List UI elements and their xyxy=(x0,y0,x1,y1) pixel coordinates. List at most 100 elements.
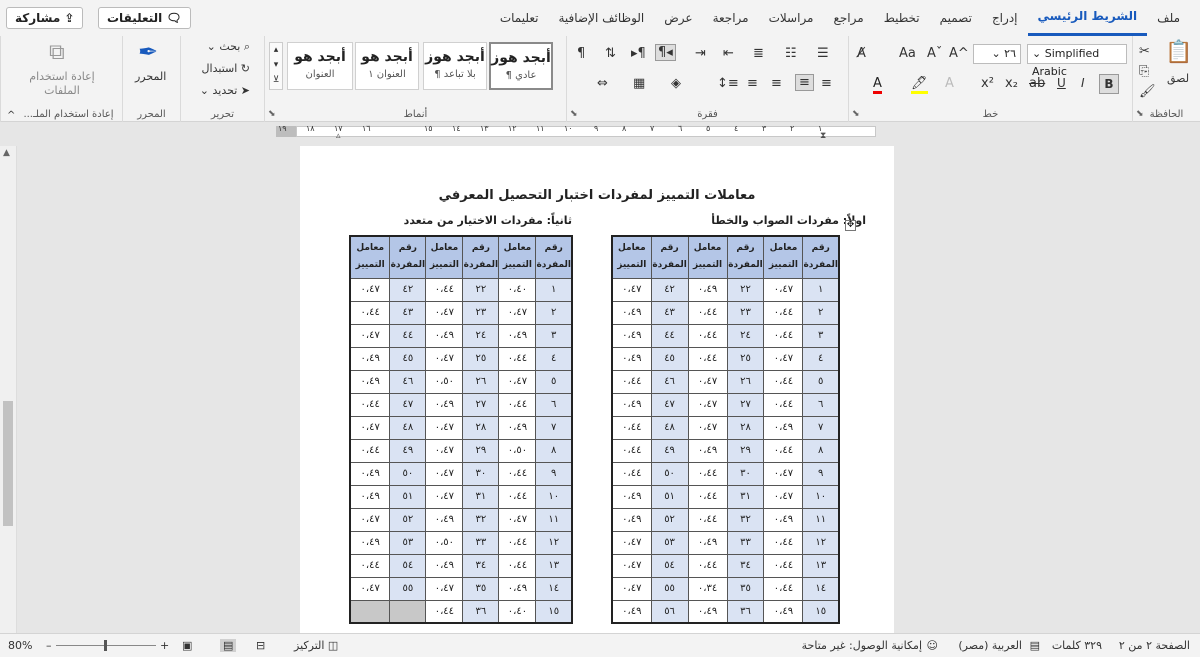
font-launcher-icon[interactable]: ⬊ xyxy=(852,109,860,119)
item-number-cell[interactable]: ٢٣ xyxy=(726,300,765,325)
item-number-cell[interactable]: ٢٤ xyxy=(462,323,500,348)
discrimination-cell[interactable]: ٠،٤٩ xyxy=(349,461,391,486)
item-number-cell[interactable]: ١ xyxy=(802,277,840,302)
discrimination-cell[interactable]: ٠،٤٩ xyxy=(611,507,652,532)
item-number-cell[interactable]: ٤ xyxy=(802,346,840,371)
font-name-select[interactable]: ⌄ Simplified Arabic xyxy=(1027,44,1127,78)
discrimination-cell[interactable]: ٠،٤٤ xyxy=(349,553,391,578)
tab-help[interactable]: تعليمات xyxy=(490,0,549,36)
item-number-cell[interactable]: ٢٧ xyxy=(726,392,765,417)
discrimination-cell[interactable]: ٠،٤٤ xyxy=(687,461,728,486)
tab-design[interactable]: تصميم xyxy=(930,0,982,36)
item-number-cell[interactable]: ٥١ xyxy=(389,484,427,509)
item-number-cell[interactable]: ٢٢ xyxy=(462,277,500,302)
discrimination-cell[interactable]: ٠،٤٧ xyxy=(425,438,464,463)
decrease-indent-icon[interactable]: ⇤ xyxy=(723,46,734,61)
discrimination-cell[interactable]: ٠،٤٧ xyxy=(425,461,464,486)
item-number-cell[interactable]: ٥٤ xyxy=(650,553,689,578)
item-number-cell[interactable]: ٣٢ xyxy=(726,507,765,532)
discrimination-cell[interactable]: ٠،٤٤ xyxy=(763,553,804,578)
tab-references[interactable]: مراجع xyxy=(824,0,874,36)
collapse-ribbon-icon[interactable]: ^ xyxy=(7,110,15,121)
style-heading-1[interactable]: أبجد هو العنوان ١ xyxy=(355,42,419,90)
item-number-cell[interactable]: ٣٣ xyxy=(462,530,500,555)
item-number-cell[interactable]: ٢٩ xyxy=(726,438,765,463)
discrimination-cell[interactable]: ٠،٤٧ xyxy=(611,553,652,578)
item-number-cell[interactable]: ٢٨ xyxy=(726,415,765,440)
discrimination-cell[interactable]: ٠،٤٧ xyxy=(763,484,804,509)
bullets-icon[interactable]: ☰ xyxy=(817,46,829,61)
item-number-cell[interactable]: ٣٠ xyxy=(462,461,500,486)
subscript-icon[interactable]: x₂ xyxy=(1005,76,1018,91)
discrimination-cell[interactable]: ٠،٤٤ xyxy=(763,323,804,348)
item-number-cell[interactable]: ٤٦ xyxy=(389,369,427,394)
discrimination-cell[interactable]: ٠،٤٩ xyxy=(611,346,652,371)
tab-review[interactable]: مراجعة xyxy=(703,0,759,36)
styles-launcher-icon[interactable]: ⬊ xyxy=(268,109,276,119)
item-number-cell[interactable]: ٣٠ xyxy=(726,461,765,486)
document-page[interactable]: معاملات التمييز لمفردات اختبار التحصيل ا… xyxy=(300,146,894,633)
distributed-icon[interactable]: ⇔ xyxy=(597,76,608,91)
item-number-cell[interactable]: ٢٤ xyxy=(726,323,765,348)
discrimination-cell[interactable]: ٠،٤٤ xyxy=(498,461,537,486)
item-number-cell[interactable]: ٤ xyxy=(535,346,573,371)
item-number-cell[interactable]: ٣٤ xyxy=(462,553,500,578)
cut-icon[interactable]: ✂ xyxy=(1139,44,1150,59)
align-center-icon[interactable]: ≡ xyxy=(795,74,814,91)
paste-icon[interactable]: 📋 xyxy=(1165,40,1192,65)
discrimination-cell[interactable]: ٠،٤٤ xyxy=(498,484,537,509)
discrimination-cell[interactable]: ٠،٤٩ xyxy=(611,392,652,417)
item-number-cell[interactable]: ٥١ xyxy=(650,484,689,509)
item-number-cell[interactable]: ١٥ xyxy=(802,599,840,624)
paragraph-launcher-icon[interactable]: ⬊ xyxy=(570,109,578,119)
item-number-cell[interactable]: ٩ xyxy=(802,461,840,486)
tab-addins[interactable]: الوظائف الإضافية xyxy=(548,0,654,36)
item-number-cell[interactable]: ٤٤ xyxy=(650,323,689,348)
item-number-cell[interactable]: ٤٦ xyxy=(650,369,689,394)
print-layout-icon[interactable]: ▤ xyxy=(220,639,237,652)
discrimination-cell[interactable]: ٠،٤٩ xyxy=(611,599,652,624)
item-number-cell[interactable]: ٥٥ xyxy=(389,576,427,601)
item-number-cell[interactable]: ٥٣ xyxy=(650,530,689,555)
discrimination-cell[interactable]: ٠،٤٧ xyxy=(425,300,464,325)
discrimination-cell[interactable]: ٠،٤٤ xyxy=(349,392,391,417)
accessibility-status[interactable]: إمكانية الوصول: غير متاحة xyxy=(802,639,922,652)
discrimination-cell[interactable]: ٠،٤٤ xyxy=(611,369,652,394)
discrimination-cell[interactable]: ٠،٥٠ xyxy=(425,530,464,555)
item-number-cell[interactable]: ٣١ xyxy=(726,484,765,509)
item-number-cell[interactable]: ١٠ xyxy=(535,484,573,509)
discrimination-cell[interactable]: ٠،٤٤ xyxy=(611,415,652,440)
discrimination-cell[interactable]: ٠،٤٠ xyxy=(498,277,537,302)
item-number-cell[interactable] xyxy=(389,599,427,624)
reuse-files-button[interactable]: إعادة استخدام الملفات xyxy=(1,70,123,98)
discrimination-cell[interactable]: ٠،٤٤ xyxy=(763,530,804,555)
table-move-handle-icon[interactable]: ✥ xyxy=(845,220,856,231)
item-number-cell[interactable]: ١٢ xyxy=(535,530,573,555)
item-number-cell[interactable]: ١٤ xyxy=(535,576,573,601)
item-number-cell[interactable]: ٢٥ xyxy=(462,346,500,371)
discrimination-cell[interactable]: ٠،٤٧ xyxy=(498,300,537,325)
item-number-cell[interactable]: ٥٤ xyxy=(389,553,427,578)
highlight-icon[interactable]: 🖊 xyxy=(911,76,928,94)
scroll-thumb[interactable] xyxy=(3,401,13,526)
show-formatting-icon[interactable]: ¶ xyxy=(577,46,585,61)
item-number-cell[interactable]: ٣٦ xyxy=(726,599,765,624)
select-button[interactable]: ➤ تحديد ⌄ xyxy=(200,84,250,97)
item-number-cell[interactable]: ٤٨ xyxy=(389,415,427,440)
sort-icon[interactable]: ⇅ xyxy=(605,46,616,61)
item-number-cell[interactable]: ٢٩ xyxy=(462,438,500,463)
zoom-out-icon[interactable]: – xyxy=(46,639,52,652)
discrimination-cell[interactable]: ٠،٤٧ xyxy=(763,346,804,371)
item-number-cell[interactable]: ٨ xyxy=(802,438,840,463)
vertical-scrollbar[interactable]: ▲ xyxy=(0,146,17,633)
discrimination-cell[interactable]: ٠،٤٤ xyxy=(498,346,537,371)
paste-button-label[interactable]: لصق xyxy=(1167,72,1189,85)
discrimination-cell[interactable]: ٠،٤٩ xyxy=(498,323,537,348)
tab-file[interactable]: ملف xyxy=(1147,0,1190,36)
ltr-icon[interactable]: ▸¶ xyxy=(631,46,646,61)
discrimination-cell[interactable]: ٠،٤٧ xyxy=(349,415,391,440)
item-number-cell[interactable]: ٧ xyxy=(802,415,840,440)
discrimination-cell[interactable]: ٠،٥٠ xyxy=(425,369,464,394)
discrimination-cell[interactable]: ٠،٤٤ xyxy=(498,530,537,555)
item-number-cell[interactable]: ٥٣ xyxy=(389,530,427,555)
